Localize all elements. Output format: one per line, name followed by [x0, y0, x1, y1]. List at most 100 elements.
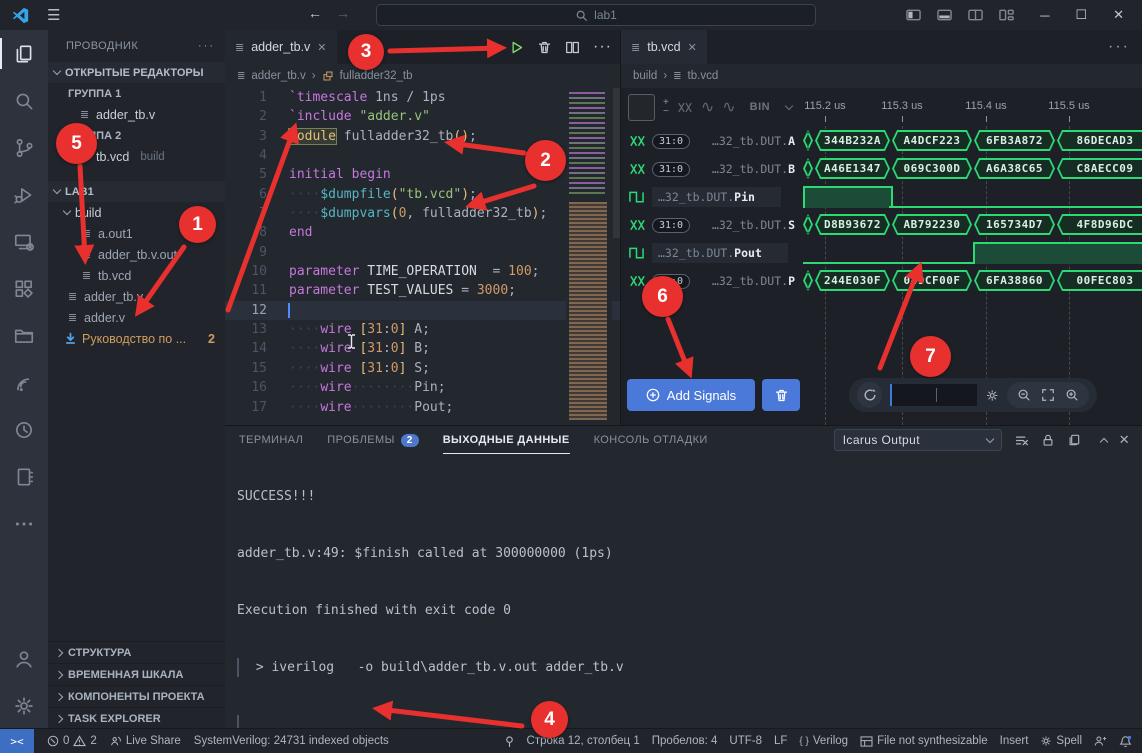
split-editor-icon[interactable]	[565, 40, 580, 55]
close-button[interactable]: ✕	[1113, 7, 1124, 23]
explorer-icon[interactable]	[0, 30, 48, 77]
more-views-icon[interactable]	[0, 500, 48, 547]
waveform-tabbar: ≣ tb.vcd ✕	[621, 30, 1142, 64]
encoding[interactable]: UTF-8	[729, 735, 762, 747]
signal-row-Pin[interactable]: …32_tb.DUT.Pin	[621, 183, 801, 211]
close-tab-icon[interactable]: ✕	[317, 41, 326, 54]
spell-checker[interactable]: Spell	[1040, 735, 1082, 747]
more-actions-icon[interactable]: ···	[593, 38, 612, 56]
run-button[interactable]	[509, 40, 524, 55]
add-signals-button[interactable]: Add Signals	[627, 379, 755, 411]
extensions-icon[interactable]	[0, 265, 48, 312]
code-editor[interactable]: 1`timescale 1ns / 1ps 2`include "adder.v…	[225, 88, 620, 425]
bus-signal-icon	[629, 219, 646, 231]
editor-scrollbar[interactable]	[613, 88, 620, 238]
analog-wave-icon[interactable]: ∿	[701, 97, 714, 117]
analog-wave2-icon[interactable]: ∿	[722, 97, 735, 117]
language-mode[interactable]: { }Verilog	[799, 735, 848, 747]
toggle-sidebar-icon[interactable]	[906, 9, 921, 21]
trash-icon[interactable]	[537, 40, 552, 55]
remote-indicator[interactable]: ><	[0, 729, 34, 753]
file-adder-tb-v-out[interactable]: ≣adder_tb.v.out	[48, 244, 225, 265]
account-icon[interactable]	[0, 635, 48, 682]
back-arrow-icon[interactable]: ←	[308, 5, 322, 21]
workspace-root[interactable]: LAB1	[48, 181, 225, 202]
search-value: lab1	[594, 8, 617, 22]
history-icon[interactable]	[0, 406, 48, 453]
code-line: 3module fulladder32_tb();	[225, 127, 620, 146]
output-channel-select[interactable]: Icarus Output	[834, 429, 1002, 451]
minimap[interactable]	[566, 88, 612, 425]
menu-icon[interactable]: ☰	[47, 6, 60, 24]
signal-row-Pout[interactable]: …32_tb.DUT.Pout	[621, 239, 801, 267]
folder-explorer-icon[interactable]	[0, 312, 48, 359]
bus-signal-icon	[629, 163, 646, 175]
file-tb-vcd[interactable]: ≣tb.vcd	[48, 265, 225, 286]
color-swatch[interactable]	[628, 94, 655, 121]
synthesis-status[interactable]: File not synthesizable	[860, 735, 988, 747]
remote-explorer-icon[interactable]	[0, 218, 48, 265]
close-panel-icon[interactable]: ✕	[1119, 432, 1130, 448]
notifications-bell-icon[interactable]	[1119, 735, 1132, 748]
source-control-icon[interactable]	[0, 124, 48, 171]
file-adder-v[interactable]: ≣adder.v	[48, 307, 225, 328]
maximize-button[interactable]: ☐	[1075, 7, 1087, 23]
tab-adder-tb-v[interactable]: ≣ adder_tb.v ✕	[225, 30, 337, 64]
minimize-button[interactable]: ─	[1040, 8, 1049, 23]
sidebar-more-icon[interactable]: ···	[198, 40, 215, 52]
time-input[interactable]	[890, 384, 977, 406]
invite-icon[interactable]	[1094, 735, 1107, 747]
open-in-editor-icon[interactable]	[1067, 433, 1081, 447]
run-debug-icon[interactable]	[0, 171, 48, 218]
section-timeline[interactable]: ВРЕМЕННАЯ ШКАЛА	[48, 663, 225, 685]
live-share-button[interactable]: Live Share	[110, 735, 181, 747]
breadcrumb[interactable]: ≣ adder_tb.v› fulladder32_tb	[225, 64, 620, 88]
section-outline[interactable]: СТРУКТУРА	[48, 641, 225, 663]
maximize-panel-icon[interactable]	[1099, 437, 1107, 445]
guide-item[interactable]: Руководство по ...2	[48, 328, 225, 349]
editor-group-waveform: ≣ tb.vcd ✕ ··· build› ≣ tb.vcd +− ∿ ∿ BI…	[620, 30, 1142, 425]
settings-gear-icon[interactable]	[985, 388, 999, 403]
reload-button[interactable]	[857, 382, 882, 408]
insert-mode[interactable]: Insert	[1000, 735, 1029, 747]
indentation[interactable]: Пробелов: 4	[652, 735, 718, 747]
settings-gear-icon[interactable]	[0, 682, 48, 729]
output-console[interactable]: SUCCESS!!! adder_tb.v:49: $finish called…	[237, 449, 1136, 729]
editor-group-1[interactable]: ГРУППА 1	[48, 83, 225, 104]
signal-row-A[interactable]: 31:0 …32_tb.DUT.A	[621, 127, 801, 155]
waveform-breadcrumb[interactable]: build› ≣ tb.vcd	[621, 64, 1142, 88]
problems-status[interactable]: 0 2	[47, 735, 97, 747]
open-editor-adder-tb[interactable]: ≣adder_tb.v	[48, 104, 225, 125]
radix-select[interactable]: BIN	[750, 101, 770, 113]
signal-row-B[interactable]: 31:0 …32_tb.DUT.B	[621, 155, 801, 183]
error-icon	[47, 735, 59, 747]
zoom-out-icon[interactable]	[1017, 388, 1031, 402]
more-actions-icon[interactable]: ···	[1108, 30, 1130, 64]
signal-row-S[interactable]: 31:0 …32_tb.DUT.S	[621, 211, 801, 239]
file-adder-tb-v[interactable]: ≣adder_tb.v	[48, 286, 225, 307]
eol-sequence[interactable]: LF	[774, 735, 787, 747]
clear-output-icon[interactable]	[1014, 433, 1029, 448]
file-icon: ≣	[66, 311, 79, 324]
customize-layout-icon[interactable]	[999, 9, 1014, 21]
section-project-components[interactable]: КОМПОНЕНТЫ ПРОЕКТА	[48, 685, 225, 707]
toggle-secondary-sidebar-icon[interactable]	[968, 9, 983, 21]
zoom-fit-icon[interactable]	[1041, 388, 1055, 402]
tab-tb-vcd[interactable]: ≣ tb.vcd ✕	[621, 30, 707, 64]
command-center-search[interactable]: lab1	[376, 4, 816, 26]
toggle-panel-icon[interactable]	[937, 9, 952, 21]
zoom-in-icon[interactable]	[1065, 388, 1079, 402]
bus-format-icon[interactable]	[677, 102, 693, 113]
close-tab-icon[interactable]: ✕	[688, 41, 697, 54]
remove-signals-button[interactable]	[762, 379, 800, 411]
serial-port-icon[interactable]	[504, 735, 515, 748]
lock-icon[interactable]	[1041, 433, 1055, 447]
wireless-icon[interactable]	[0, 359, 48, 406]
forward-arrow-icon[interactable]: →	[336, 5, 350, 21]
open-editors-header[interactable]: ОТКРЫТЫЕ РЕДАКТОРЫ	[48, 62, 225, 83]
search-sidebar-icon[interactable]	[0, 77, 48, 124]
zoom-plus-minus[interactable]: +−	[663, 98, 669, 116]
notebook-icon[interactable]	[0, 453, 48, 500]
section-task-explorer[interactable]: TASK EXPLORER	[48, 707, 225, 729]
language-server-status[interactable]: SystemVerilog: 24731 indexed objects	[194, 735, 389, 747]
